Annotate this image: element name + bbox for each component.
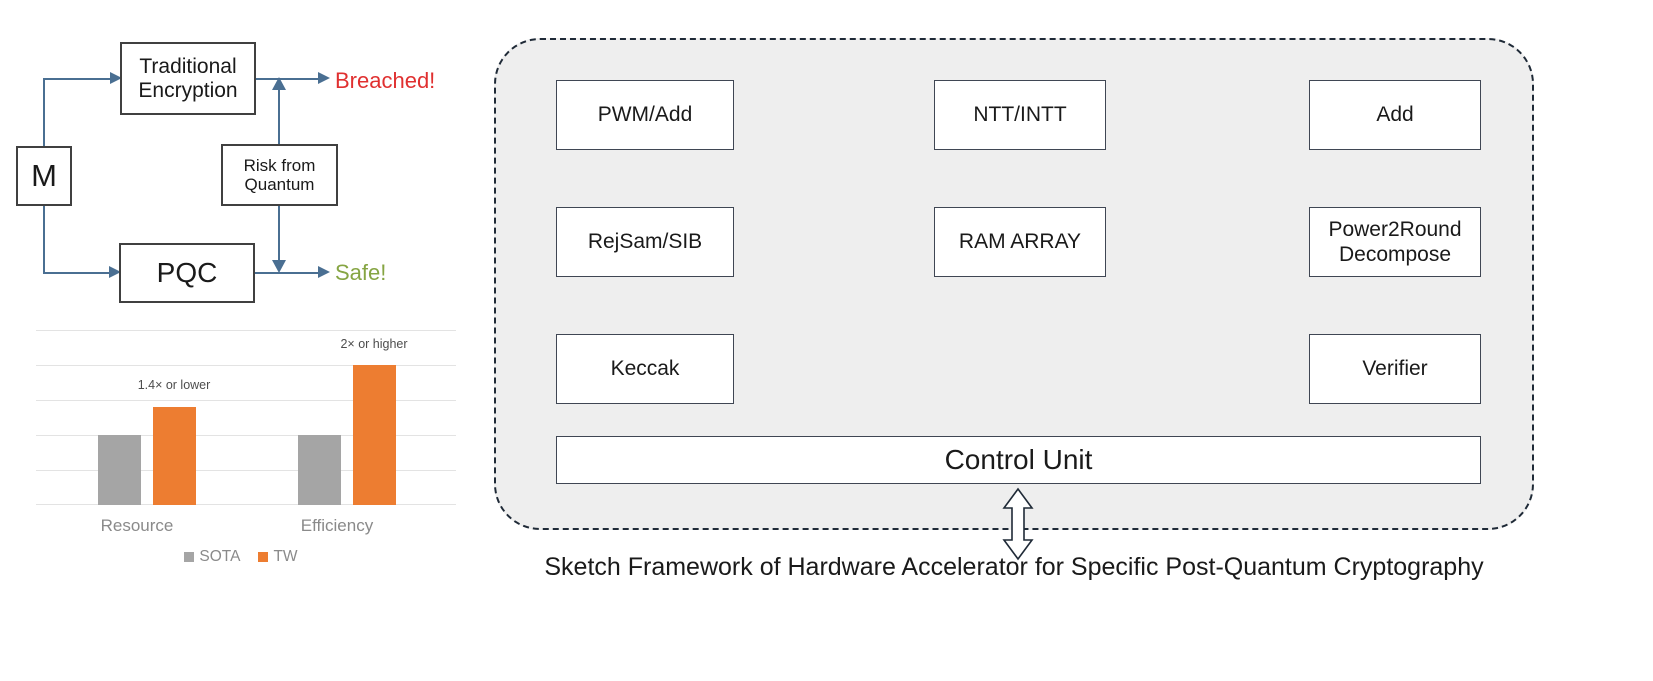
unit-pwm-add: PWM/Add <box>556 80 734 150</box>
unit-keccak: Keccak <box>556 334 734 404</box>
bar-sota-resource <box>98 435 141 505</box>
legend-item-tw: TW <box>258 548 298 566</box>
bar-annotation-efficiency: 2× or higher <box>340 337 408 351</box>
bar-tw-efficiency <box>353 365 396 505</box>
unit-add: Add <box>1309 80 1481 150</box>
connector-m-up <box>43 79 45 147</box>
gridline <box>36 330 456 331</box>
unit-ntt-intt: NTT/INTT <box>934 80 1106 150</box>
unit-ram-array: RAM ARRAY <box>934 207 1106 277</box>
category-label-efficiency: Efficiency <box>300 516 374 535</box>
hardware-accelerator-diagram: PWM/Add NTT/INTT Add RejSam/SIB RAM ARRA… <box>494 38 1534 561</box>
chart-plot-area: 1.4× or lower 2× or higher <box>36 330 456 505</box>
bar-tw-resource <box>153 407 196 505</box>
connector-pqc-out <box>255 272 324 274</box>
unit-power2round: Power2Round Decompose <box>1309 207 1481 277</box>
connector-m-down <box>43 205 45 273</box>
unit-rejsam-sib: RejSam/SIB <box>556 207 734 277</box>
legend-swatch-sota <box>184 552 195 562</box>
outcome-label-safe: Safe! <box>335 260 387 285</box>
connector-risk-down <box>278 206 280 264</box>
node-traditional-encryption: Traditional Encryption <box>120 42 256 115</box>
comparison-bar-chart: 1.4× or lower 2× or higher Resource Effi… <box>26 330 456 585</box>
connector-trad-out <box>256 78 324 80</box>
node-risk-from-quantum: Risk from Quantum <box>221 144 338 206</box>
legend-swatch-tw <box>258 552 269 562</box>
encryption-flow-diagram: M Traditional Encryption Risk from Quant… <box>0 0 480 330</box>
connector-m-to-pqc <box>43 272 109 274</box>
connector-risk-up <box>278 86 280 146</box>
unit-control: Control Unit <box>556 436 1481 484</box>
legend-label-sota: SOTA <box>199 548 241 565</box>
legend-item-sota: SOTA <box>184 548 240 566</box>
accelerator-caption: Sketch Framework of Hardware Accelerator… <box>544 553 1484 581</box>
unit-verifier: Verifier <box>1309 334 1481 404</box>
legend-label-tw: TW <box>273 548 298 565</box>
node-pqc: PQC <box>119 243 255 303</box>
connector-m-to-trad <box>43 78 110 80</box>
outcome-label-breached: Breached! <box>335 68 436 93</box>
node-message: M <box>16 146 72 206</box>
bar-sota-efficiency <box>298 435 341 505</box>
category-label-resource: Resource <box>100 516 174 535</box>
bar-annotation-resource: 1.4× or lower <box>137 378 211 392</box>
chart-legend: SOTA TW <box>26 548 456 566</box>
